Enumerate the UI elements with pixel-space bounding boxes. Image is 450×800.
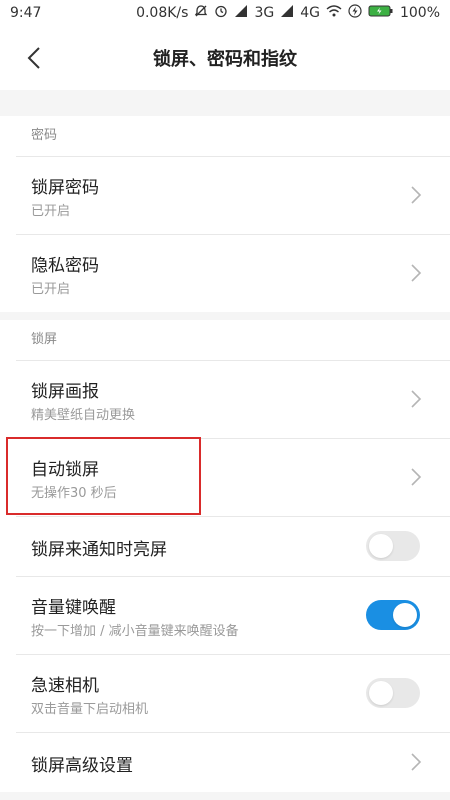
volume-wake-toggle[interactable] — [366, 600, 420, 630]
row-title: 急速相机 — [31, 676, 99, 696]
row-subtitle: 无操作30 秒后 — [31, 486, 117, 501]
network-speed: 0.08K/s — [136, 5, 189, 21]
row-subtitle: 双击音量下启动相机 — [31, 702, 149, 717]
status-time: 9:47 — [10, 5, 42, 21]
toggle-knob — [393, 603, 417, 627]
notification-wake-toggle[interactable] — [366, 531, 420, 561]
chevron-right-icon — [411, 468, 422, 486]
divider — [16, 576, 450, 577]
chevron-right-icon — [411, 390, 422, 408]
divider — [16, 438, 450, 439]
chevron-right-icon — [411, 753, 422, 771]
toggle-knob — [369, 681, 393, 705]
status-bar: 9:47 0.08K/s 3G 4G 100% — [0, 0, 450, 26]
row-title: 锁屏密码 — [31, 178, 99, 198]
battery-icon — [368, 4, 394, 22]
row-privacy-password[interactable]: 隐私密码 已开启 — [0, 234, 450, 312]
row-volume-wake: 音量键唤醒 按一下增加 / 减小音量键来唤醒设备 — [0, 576, 450, 654]
row-advanced-settings[interactable]: 锁屏高级设置 — [0, 732, 450, 792]
row-auto-lock[interactable]: 自动锁屏 无操作30 秒后 — [0, 438, 450, 516]
section-label-lockscreen: 锁屏 — [31, 332, 58, 347]
divider — [16, 234, 450, 235]
header: 锁屏、密码和指纹 — [0, 26, 450, 90]
alarm-icon — [214, 4, 228, 22]
row-lockscreen-wallpaper[interactable]: 锁屏画报 精美壁纸自动更换 — [0, 360, 450, 438]
divider — [16, 156, 450, 157]
wifi-icon — [326, 4, 342, 22]
row-title: 锁屏高级设置 — [31, 756, 133, 776]
section-label-password: 密码 — [31, 128, 58, 143]
status-icons: 0.08K/s 3G 4G 100% — [136, 4, 440, 22]
battery-percent: 100% — [399, 5, 440, 21]
signal-icon — [234, 4, 248, 22]
row-subtitle: 精美壁纸自动更换 — [31, 408, 136, 423]
chevron-right-icon — [411, 264, 422, 282]
row-title: 隐私密码 — [31, 256, 99, 276]
row-quick-camera: 急速相机 双击音量下启动相机 — [0, 654, 450, 732]
divider — [16, 360, 450, 361]
charging-icon — [348, 4, 362, 22]
row-title: 锁屏画报 — [31, 382, 99, 402]
section-lockscreen: 锁屏 — [0, 320, 450, 360]
row-title: 自动锁屏 — [31, 460, 99, 480]
row-subtitle: 已开启 — [31, 204, 71, 219]
signal-icon — [280, 4, 294, 22]
divider — [16, 516, 450, 517]
toggle-knob — [369, 534, 393, 558]
row-subtitle: 按一下增加 / 减小音量键来唤醒设备 — [31, 624, 239, 639]
page-title: 锁屏、密码和指纹 — [153, 49, 297, 70]
section-password: 密码 — [0, 116, 450, 156]
network-3g-label: 3G — [254, 5, 275, 21]
silent-icon — [194, 4, 208, 22]
network-4g-label: 4G — [300, 5, 320, 21]
divider — [16, 732, 450, 733]
row-lockscreen-password[interactable]: 锁屏密码 已开启 — [0, 156, 450, 234]
divider — [16, 654, 450, 655]
row-title: 锁屏来通知时亮屏 — [31, 540, 167, 560]
chevron-right-icon — [411, 186, 422, 204]
row-subtitle: 已开启 — [31, 282, 71, 297]
row-notification-wake: 锁屏来通知时亮屏 — [0, 516, 450, 576]
row-title: 音量键唤醒 — [31, 598, 116, 618]
quick-camera-toggle[interactable] — [366, 678, 420, 708]
